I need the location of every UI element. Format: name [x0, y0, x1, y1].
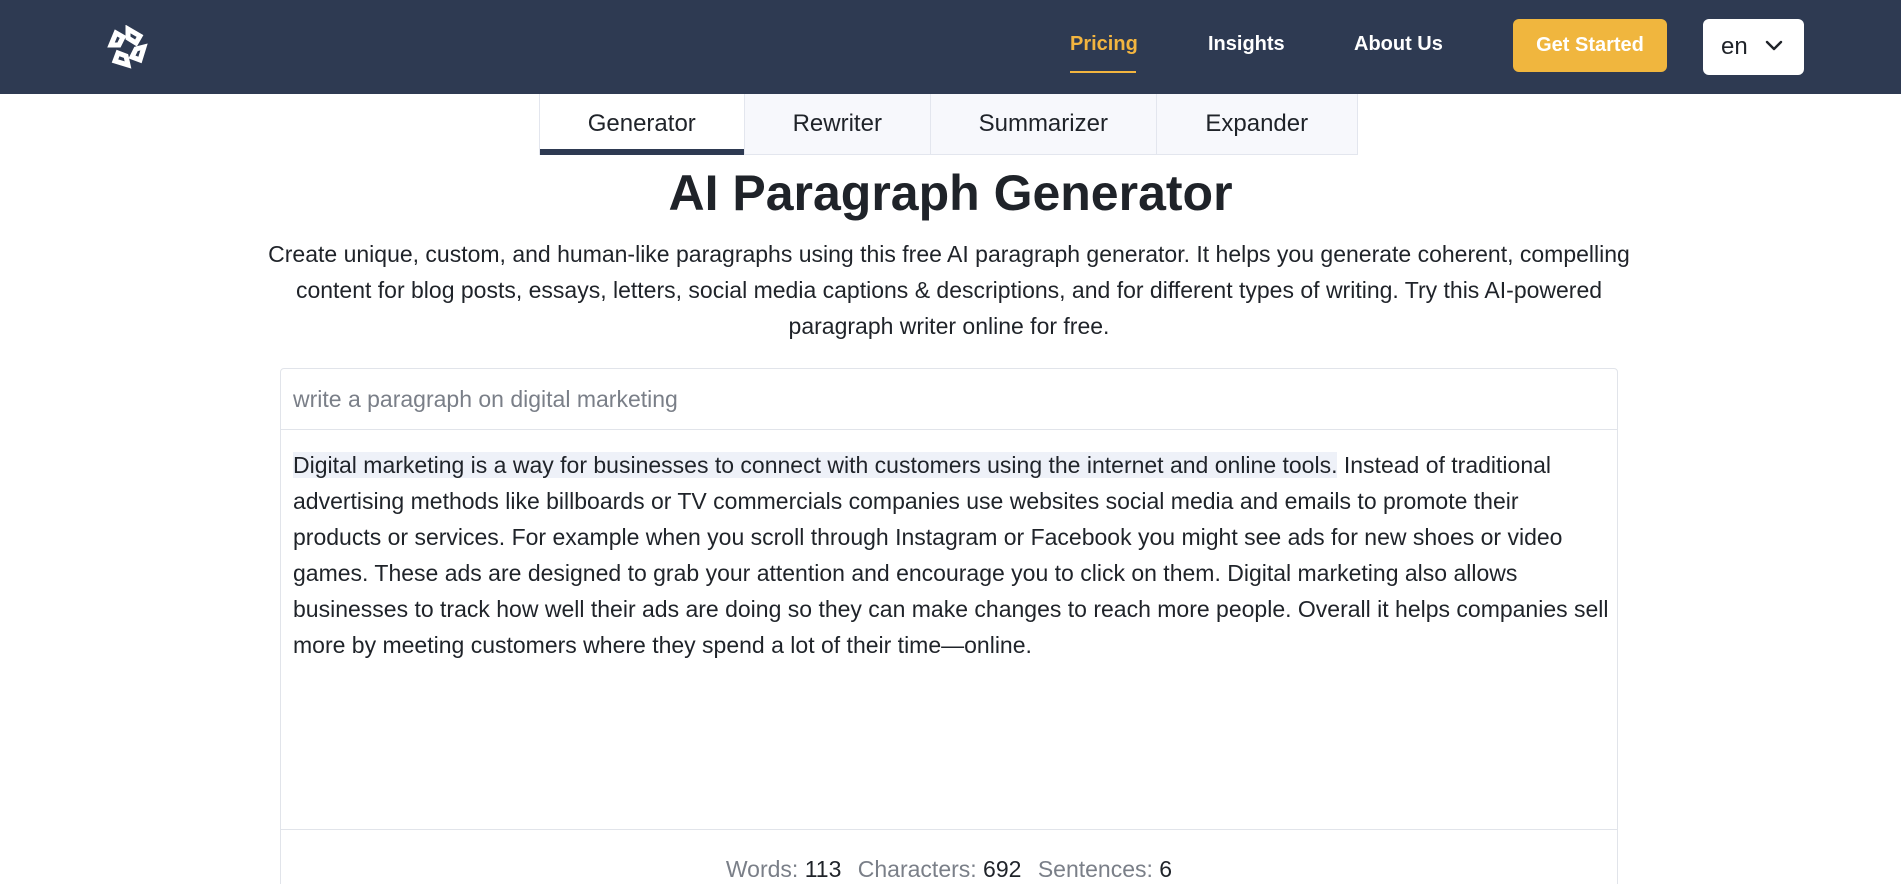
nav-link-pricing[interactable]: Pricing — [1070, 33, 1138, 56]
nav-link-insights[interactable]: Insights — [1208, 33, 1285, 56]
brand-logo-icon[interactable] — [106, 24, 150, 69]
tab-expander[interactable]: Expander — [1156, 94, 1357, 154]
words-label: Words: — [725, 856, 799, 882]
words-count: 113 — [804, 856, 842, 882]
tool-tabs: Generator Rewriter Summarizer Expander — [539, 94, 1358, 155]
language-value: en — [1721, 33, 1748, 60]
active-link-underline — [1070, 71, 1136, 73]
nav-link-about-us[interactable]: About Us — [1354, 33, 1443, 56]
generated-output[interactable]: Digital marketing is a way for businesse… — [293, 447, 1609, 663]
get-started-button[interactable]: Get Started — [1513, 19, 1667, 72]
output-remaining-text: Instead of traditional advertising metho… — [293, 452, 1609, 658]
language-select[interactable]: en — [1703, 19, 1804, 75]
characters-label: Characters: — [857, 856, 977, 882]
characters-count: 692 — [983, 856, 1022, 882]
prompt-input[interactable] — [281, 369, 1617, 430]
tab-rewriter[interactable]: Rewriter — [744, 94, 932, 154]
output-highlighted-sentence: Digital marketing is a way for businesse… — [293, 452, 1338, 478]
page-title: AI Paragraph Generator — [668, 165, 1233, 221]
chevron-down-icon — [1765, 40, 1783, 51]
page-description: Create unique, custom, and human-like pa… — [268, 241, 1630, 339]
tab-summarizer[interactable]: Summarizer — [931, 94, 1157, 154]
sentences-label: Sentences: — [1037, 856, 1153, 882]
tab-generator[interactable]: Generator — [540, 94, 745, 155]
top-navbar: Pricing Insights About Us Get Started en — [0, 0, 1901, 94]
sentences-count: 6 — [1159, 856, 1173, 882]
generator-editor: Digital marketing is a way for businesse… — [280, 368, 1618, 884]
text-stats-bar: Words: 113 Characters: 692 Sentences: 6 — [281, 829, 1617, 884]
